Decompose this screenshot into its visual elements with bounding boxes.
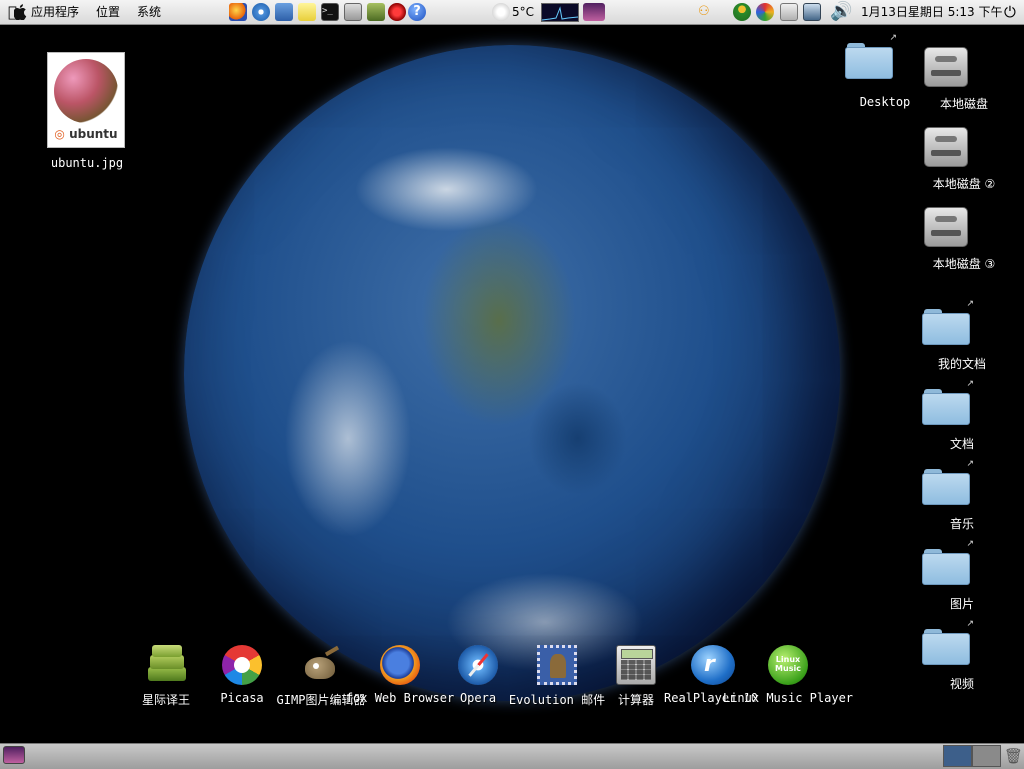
folder-icon: ↗ bbox=[922, 619, 974, 665]
network-monitor-icon[interactable] bbox=[803, 3, 821, 21]
ubuntu-logo-icon: ◎ bbox=[54, 127, 65, 141]
thumb-ubuntu-word: ubuntu bbox=[69, 127, 118, 141]
hard-disk-icon bbox=[924, 127, 968, 167]
dock-item-picasa[interactable]: Picasa bbox=[220, 645, 264, 705]
picasa-icon bbox=[222, 645, 262, 685]
workspace-2[interactable] bbox=[972, 745, 1001, 767]
calculator-launcher-icon[interactable] bbox=[344, 3, 362, 21]
music-player-icon: Linux Music bbox=[768, 645, 808, 685]
firefox-icon bbox=[380, 645, 420, 685]
dictionary-launcher-icon[interactable] bbox=[367, 3, 385, 21]
gimp-icon bbox=[301, 645, 341, 685]
network-status-icon[interactable] bbox=[756, 3, 774, 21]
mail-stamp-icon bbox=[537, 645, 577, 685]
firefox-launcher-icon[interactable] bbox=[229, 3, 247, 21]
desktop-icon-videos[interactable]: ↗ 视频 bbox=[922, 619, 974, 691]
desktop-icon-label: ubuntu.jpg bbox=[50, 156, 124, 170]
dock-item-stardict[interactable]: 星际译王 bbox=[142, 645, 190, 707]
desktop-icon-desktop[interactable]: ↗ Desktop bbox=[845, 33, 910, 109]
desktop-icon-local-disk-3[interactable]: 本地磁盘 ③ bbox=[924, 207, 995, 271]
desktop-icon-music[interactable]: ↗ 音乐 bbox=[922, 459, 974, 531]
workspace-thumb-icon[interactable] bbox=[583, 3, 605, 21]
messenger-icon[interactable] bbox=[733, 3, 751, 21]
desktop-icon-pictures[interactable]: ↗ 图片 bbox=[922, 539, 974, 611]
hard-disk-icon bbox=[924, 207, 968, 247]
desktop-icon-label: 文档 bbox=[949, 437, 974, 451]
folder-icon: ↗ bbox=[922, 459, 974, 505]
system-monitor-graph[interactable] bbox=[541, 3, 579, 22]
dock-item-gimp[interactable]: GIMP图片编辑器 bbox=[277, 645, 365, 707]
image-thumbnail: ◎ ubuntu bbox=[47, 52, 125, 148]
show-desktop-button[interactable] bbox=[3, 746, 25, 764]
desktop-icon-label: 音乐 bbox=[949, 517, 974, 531]
folder-icon: ↗ bbox=[922, 299, 974, 345]
power-icon[interactable]: ⏻ bbox=[1004, 0, 1016, 24]
volume-icon[interactable]: 🔊 bbox=[830, 0, 852, 24]
workspace-1[interactable] bbox=[943, 745, 972, 767]
notes-launcher-icon[interactable] bbox=[298, 3, 316, 21]
desktop-icon-my-documents[interactable]: ↗ 我的文档 bbox=[922, 299, 986, 371]
dock-item-label: Linux Music Player bbox=[722, 691, 854, 705]
folder-icon: ↗ bbox=[922, 539, 974, 585]
dock-item-opera[interactable]: Opera bbox=[458, 645, 498, 705]
compass-icon bbox=[458, 645, 498, 685]
desktop: ◎ ubuntu ubuntu.jpg ↗ Desktop 本地磁盘 本地磁盘 … bbox=[0, 25, 1024, 743]
safari-launcher-icon[interactable] bbox=[252, 3, 270, 21]
folder-icon: ↗ bbox=[922, 379, 974, 425]
help-launcher-icon[interactable]: ? bbox=[408, 3, 426, 21]
terminal-launcher-icon[interactable]: >_ bbox=[321, 3, 339, 21]
desktop-icon-label: 图片 bbox=[949, 597, 974, 611]
weather-icon[interactable] bbox=[492, 3, 510, 21]
trash-icon[interactable]: 🗑 bbox=[1004, 746, 1023, 766]
stardict-icon bbox=[146, 645, 186, 685]
desktop-icon-local-disk-1[interactable]: 本地磁盘 bbox=[924, 47, 988, 111]
desktop-icon-label: 我的文档 bbox=[937, 357, 986, 371]
dock-item-calculator[interactable]: 计算器 bbox=[616, 645, 656, 707]
apple-logo-glyph[interactable] bbox=[13, 0, 28, 24]
dock-item-realplayer[interactable]: r RealPlayer 10 bbox=[664, 645, 758, 705]
desktop-icon-ubuntu-jpg[interactable]: ◎ ubuntu ubuntu.jpg bbox=[47, 52, 125, 170]
dock: 星际译王 Picasa GIMP图片编辑器 fox Web Browser Op… bbox=[0, 645, 900, 715]
printer-icon[interactable] bbox=[780, 3, 798, 21]
desktop-icon-label: 本地磁盘 bbox=[939, 97, 988, 111]
desktop-icon-label: 本地磁盘 ③ bbox=[932, 257, 996, 271]
places-menu[interactable]: 位置 bbox=[96, 0, 120, 24]
text-editor-launcher-icon[interactable] bbox=[275, 3, 293, 21]
people-photo bbox=[54, 59, 118, 123]
desktop-icon-label: 本地磁盘 ② bbox=[932, 177, 996, 191]
desktop-icon-documents[interactable]: ↗ 文档 bbox=[922, 379, 974, 451]
clock[interactable]: 1月13日星期日 5:13 下午 bbox=[861, 0, 1002, 24]
bottom-panel: 🗑 bbox=[0, 743, 1024, 769]
folder-icon: ↗ bbox=[845, 33, 897, 79]
calculator-icon bbox=[616, 645, 656, 685]
earth-wallpaper bbox=[184, 45, 840, 701]
record-launcher-icon[interactable] bbox=[388, 3, 406, 21]
hard-disk-icon bbox=[924, 47, 968, 87]
top-panel:  应用程序 位置 系统 >_ ? 5°C ⚇ 🔊 1月13日星期日 5:13 … bbox=[0, 0, 1024, 25]
realplayer-icon: r bbox=[691, 645, 735, 685]
keys-icon[interactable]: ⚇ bbox=[698, 3, 716, 21]
desktop-icon-local-disk-2[interactable]: 本地磁盘 ② bbox=[924, 127, 995, 191]
dock-item-evolution[interactable]: Evolution 邮件 bbox=[509, 645, 605, 707]
weather-temperature[interactable]: 5°C bbox=[512, 0, 534, 24]
applications-menu[interactable]: 应用程序 bbox=[31, 0, 79, 24]
dock-item-music-player[interactable]: Linux Music Linux Music Player bbox=[723, 645, 853, 705]
system-menu[interactable]: 系统 bbox=[137, 0, 161, 24]
desktop-icon-label: 视频 bbox=[949, 677, 974, 691]
dock-item-firefox[interactable]: fox Web Browser bbox=[346, 645, 454, 705]
